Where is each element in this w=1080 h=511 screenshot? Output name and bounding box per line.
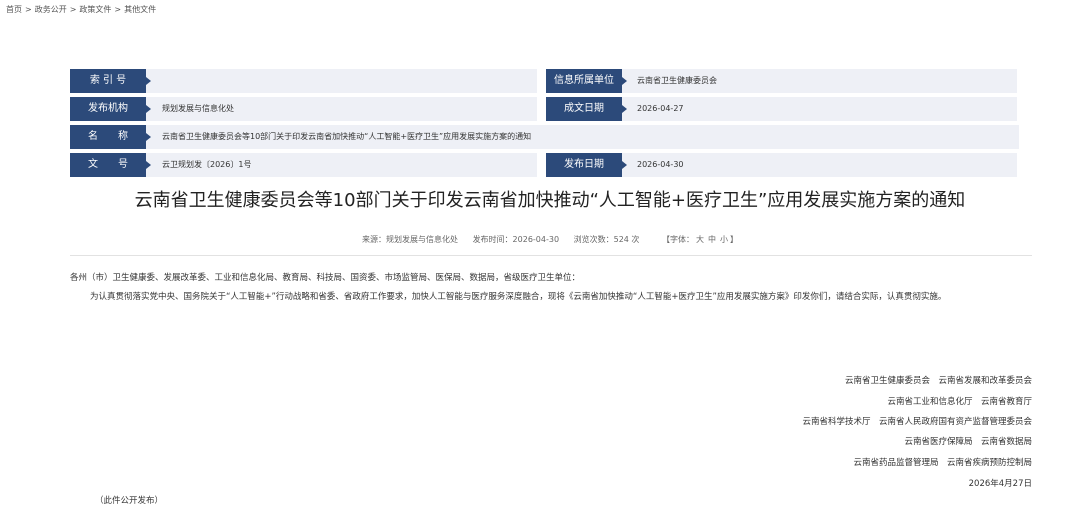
signatory-line: 云南省卫生健康委员会 云南省发展和改革委员会 [844, 376, 1032, 386]
signatory-line: 云南省医疗保障局 云南省数据局 [904, 437, 1032, 447]
publish-date-label: 发布日期 [546, 153, 627, 177]
body-paragraph: 为认真贯彻落实党中央、国务院关于“人工智能+”行动战略和省委、省政府工作要求，加… [90, 292, 947, 302]
doc-name-value: 云南省卫生健康委员会等10部门关于印发云南省加快推动“人工智能+医疗卫生”应用发… [162, 132, 532, 141]
signatory-line: 云南省药品监督管理局 云南省疾病预防控制局 [853, 458, 1032, 468]
breadcrumb-separator: > [69, 5, 77, 14]
doc-name-label: 名 称 [70, 125, 151, 149]
font-size-control: 【字体：大中小】 [662, 235, 738, 244]
publish-date-value: 2026-04-30 [637, 160, 684, 169]
breadcrumb-other-docs-link[interactable]: 其他文件 [124, 5, 156, 14]
written-date-label: 成文日期 [546, 97, 627, 121]
meta-row: 发布机构 规划发展与信息化处 成文日期 2026-04-27 [70, 97, 1017, 121]
article-info-bar: 来源：规划发展与信息化处 发布时间：2026-04-30 浏览次数：524 次 … [0, 234, 1080, 245]
issuer-label: 发布机构 [70, 97, 151, 121]
owner-label: 信息所属单位 [546, 69, 627, 93]
article-publish-time: 发布时间：2026-04-30 [472, 235, 560, 244]
owner-value: 云南省卫生健康委员会 [637, 76, 717, 85]
meta-row: 名 称 云南省卫生健康委员会等10部门关于印发云南省加快推动“人工智能+医疗卫生… [70, 125, 1019, 149]
public-release-note: （此件公开发布） [95, 496, 164, 506]
index-label: 索 引 号 [70, 69, 151, 93]
document-date: 2026年4月27日 [968, 479, 1032, 489]
article-title: 云南省卫生健康委员会等10部门关于印发云南省加快推动“人工智能+医疗卫生”应用发… [134, 190, 966, 211]
doc-number-label: 文 号 [70, 153, 151, 177]
font-size-suffix: 】 [729, 235, 738, 244]
doc-number-value: 云卫规划发〔2026〕1号 [162, 160, 252, 169]
meta-row: 索 引 号 信息所属单位 云南省卫生健康委员会 [70, 69, 1017, 93]
signatory-line: 云南省科学技术厅 云南省人民政府国有资产监督管理委员会 [802, 417, 1032, 427]
breadcrumb-separator: > [114, 5, 122, 14]
breadcrumb-gov-affairs-link[interactable]: 政务公开 [35, 5, 67, 14]
article-view-count: 浏览次数：524 次 [573, 235, 640, 244]
meta-row: 文 号 云卫规划发〔2026〕1号 发布日期 2026-04-30 [70, 153, 1017, 177]
font-medium-button[interactable]: 中 [708, 235, 716, 244]
signatory-line: 云南省工业和信息化厅 云南省教育厅 [887, 397, 1032, 407]
issuer-value: 规划发展与信息化处 [162, 104, 234, 113]
breadcrumb-policy-link[interactable]: 政策文件 [79, 5, 111, 14]
font-small-button[interactable]: 小 [720, 235, 728, 244]
font-large-button[interactable]: 大 [696, 235, 704, 244]
breadcrumb: 首页 > 政务公开 > 政策文件 > 其他文件 [6, 4, 156, 15]
breadcrumb-separator: > [25, 5, 32, 14]
breadcrumb-home-link[interactable]: 首页 [6, 5, 22, 14]
font-size-prefix: 【字体： [661, 235, 694, 244]
divider [70, 255, 1032, 256]
salutation: 各州（市）卫生健康委、发展改革委、工业和信息化局、教育局、科技局、国资委、市场监… [70, 273, 581, 283]
article-source: 来源：规划发展与信息化处 [362, 235, 459, 244]
written-date-value: 2026-04-27 [637, 104, 684, 113]
